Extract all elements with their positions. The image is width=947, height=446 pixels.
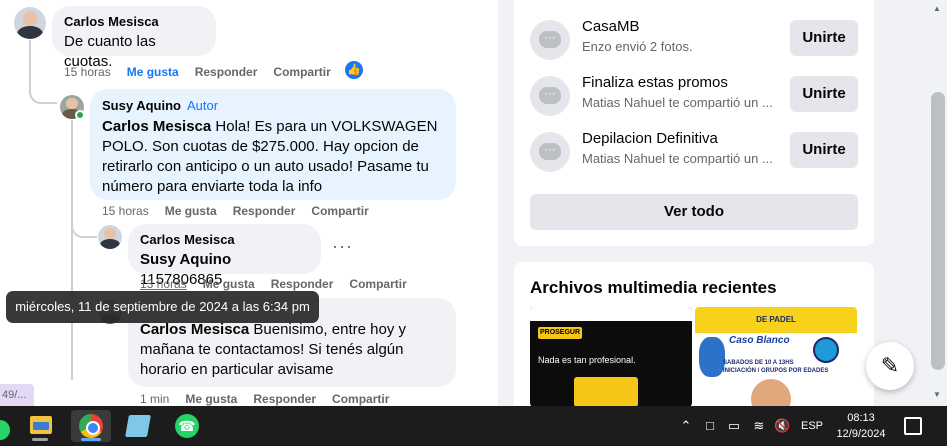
file-explorer-icon <box>30 416 52 434</box>
chevron-up-icon[interactable]: ⌃ <box>678 418 694 434</box>
groups-card: ··· CasaMB Enzo envió 2 fotos. Unirte ··… <box>514 0 874 246</box>
taskbar-app[interactable] <box>71 410 111 442</box>
reply-button[interactable]: Responder <box>195 65 258 79</box>
volume-muted-icon[interactable]: 🔇 <box>774 418 790 434</box>
person-image <box>751 379 791 407</box>
group-name[interactable]: Depilacion Definitiva <box>582 130 718 147</box>
thumbnail-brand: Caso Blanco <box>729 335 790 346</box>
thread-connector <box>29 40 57 104</box>
comment-bubble: Carlos Mesisca Susy Aquino 1157806865 <box>128 224 321 288</box>
comment-actions: 1 min Me gusta Responder Compartir <box>140 392 389 406</box>
thumbnail-text: Nada es tan profesional. <box>538 355 636 365</box>
system-clock[interactable]: 08:13 12/9/2024 <box>826 410 896 442</box>
chat-bubble-icon: ··· <box>530 76 570 116</box>
more-options-icon[interactable]: ··· <box>332 236 353 257</box>
comment-timestamp[interactable]: 1 min <box>140 392 169 406</box>
taskbar: ☎ ⌃ □ ▭ ≋ 🔇 ESP 08:13 12/9/2024 <box>0 406 947 446</box>
thumbnail-info: SABADOS DE 10 A 13HS INICIACIÓN / GRUPOS… <box>723 359 828 375</box>
battery-icon[interactable]: ▭ <box>726 418 742 434</box>
comments-pane: Carlos Mesisca De cuanto las cuotas. 15 … <box>0 0 498 406</box>
comment-bubble: Carlos Mesisca De cuanto las cuotas. <box>52 6 216 70</box>
recent-media-card: Archivos multimedia recientes PROSEGUR N… <box>514 262 874 412</box>
comment-author[interactable]: Carlos Mesisca <box>64 14 204 30</box>
see-all-button[interactable]: Ver todo <box>530 194 858 230</box>
share-button[interactable]: Compartir <box>311 204 368 218</box>
group-subtitle: Matias Nahuel te compartió un ... <box>582 95 773 110</box>
taskbar-app[interactable]: ☎ <box>167 410 207 442</box>
group-row[interactable]: ··· Finaliza estas promos Matias Nahuel … <box>530 74 858 118</box>
like-button[interactable]: Me gusta <box>203 277 255 291</box>
comment-bubble: Susy Aquino Autor Carlos Mesisca Hola! Es… <box>90 89 456 200</box>
share-button[interactable]: Compartir <box>273 65 330 79</box>
like-button[interactable]: Me gusta <box>165 204 217 218</box>
mention-link[interactable]: Susy Aquino <box>140 251 231 268</box>
notifications-icon[interactable] <box>904 417 922 435</box>
phone-link-icon[interactable]: □ <box>702 418 718 434</box>
thread-connector <box>71 120 73 380</box>
avatar[interactable] <box>14 7 46 39</box>
thread-connector <box>71 210 97 238</box>
author-badge: Autor <box>186 98 219 113</box>
join-button[interactable]: Unirte <box>790 20 858 56</box>
media-thumbnail[interactable]: PROSEGUR Nada es tan profesional. <box>530 307 692 407</box>
comment-actions: 15 horas Me gusta Responder Compartir <box>64 65 331 79</box>
scroll-up-icon[interactable]: ▲ <box>933 4 941 13</box>
thumbnail-info-line: SABADOS DE 10 A 13HS <box>723 360 794 366</box>
comment-author[interactable]: Susy Aquino <box>102 98 181 113</box>
reply-button[interactable]: Responder <box>233 204 296 218</box>
join-button[interactable]: Unirte <box>790 76 858 112</box>
whatsapp-icon <box>0 420 10 440</box>
wifi-icon[interactable]: ≋ <box>751 418 767 434</box>
scroll-down-icon[interactable]: ▼ <box>933 390 941 399</box>
media-thumbnail[interactable]: DE PADEL Caso Blanco SABADOS DE 10 A 13H… <box>695 307 857 407</box>
comment-actions: 15 horas Me gusta Responder Compartir <box>102 204 369 218</box>
comment-text: Carlos Mesisca Hola! Es para un VOLKSWAG… <box>102 117 444 197</box>
group-name[interactable]: CasaMB <box>582 18 640 35</box>
share-button[interactable]: Compartir <box>349 277 406 291</box>
comment-timestamp[interactable]: 15 horas <box>102 204 149 218</box>
timestamp-tooltip: miércoles, 11 de septiembre de 2024 a la… <box>6 291 319 323</box>
racket-image <box>699 337 725 377</box>
scrollbar[interactable]: ▲ ▼ <box>929 0 947 406</box>
group-row[interactable]: ··· CasaMB Enzo envió 2 fotos. Unirte <box>530 18 858 62</box>
comment-author[interactable]: Carlos Mesisca <box>140 232 309 248</box>
taskbar-app[interactable] <box>20 410 60 442</box>
section-title: Archivos multimedia recientes <box>530 278 777 297</box>
comment-actions: 13 horas Me gusta Responder Compartir <box>140 277 407 291</box>
clock-time: 08:13 <box>847 412 875 424</box>
taskbar-app[interactable] <box>118 410 158 442</box>
like-button[interactable]: Me gusta <box>127 65 179 79</box>
thumbnail-info-line: INICIACIÓN / GRUPOS POR EDADES <box>723 368 829 374</box>
comment-timestamp[interactable]: 13 horas <box>140 277 187 291</box>
thumbs-up-icon[interactable]: 👍 <box>345 61 363 79</box>
avatar[interactable] <box>98 225 122 249</box>
whatsapp-icon: ☎ <box>175 414 199 438</box>
mention-link[interactable]: Carlos Mesisca <box>140 321 249 338</box>
like-button[interactable]: Me gusta <box>185 392 237 406</box>
page-indicator: 49/... <box>0 384 34 406</box>
language-indicator[interactable]: ESP <box>796 406 828 446</box>
notes-icon <box>125 415 151 437</box>
reply-button[interactable]: Responder <box>253 392 316 406</box>
chat-bubble-icon: ··· <box>530 20 570 60</box>
chat-bubble-icon: ··· <box>530 132 570 172</box>
share-button[interactable]: Compartir <box>332 392 389 406</box>
online-status-icon <box>75 110 85 120</box>
compose-edit-icon[interactable]: ✎ <box>866 342 914 390</box>
chrome-icon <box>79 414 103 438</box>
brand-logo: PROSEGUR <box>538 327 582 339</box>
scrollbar-thumb[interactable] <box>931 92 945 370</box>
mention-link[interactable]: Carlos Mesisca <box>102 118 211 135</box>
group-row[interactable]: ··· Depilacion Definitiva Matias Nahuel … <box>530 130 858 174</box>
group-subtitle: Enzo envió 2 fotos. <box>582 39 693 54</box>
comment-timestamp[interactable]: 15 horas <box>64 65 111 79</box>
thumbnail-banner: DE PADEL <box>695 307 857 333</box>
group-subtitle: Matias Nahuel te compartió un ... <box>582 151 773 166</box>
group-name[interactable]: Finaliza estas promos <box>582 74 728 91</box>
comment-text: Carlos Mesisca Buenisimo, entre hoy y ma… <box>140 320 444 380</box>
reply-button[interactable]: Responder <box>271 277 334 291</box>
join-button[interactable]: Unirte <box>790 132 858 168</box>
clock-date: 12/9/2024 <box>836 428 886 440</box>
